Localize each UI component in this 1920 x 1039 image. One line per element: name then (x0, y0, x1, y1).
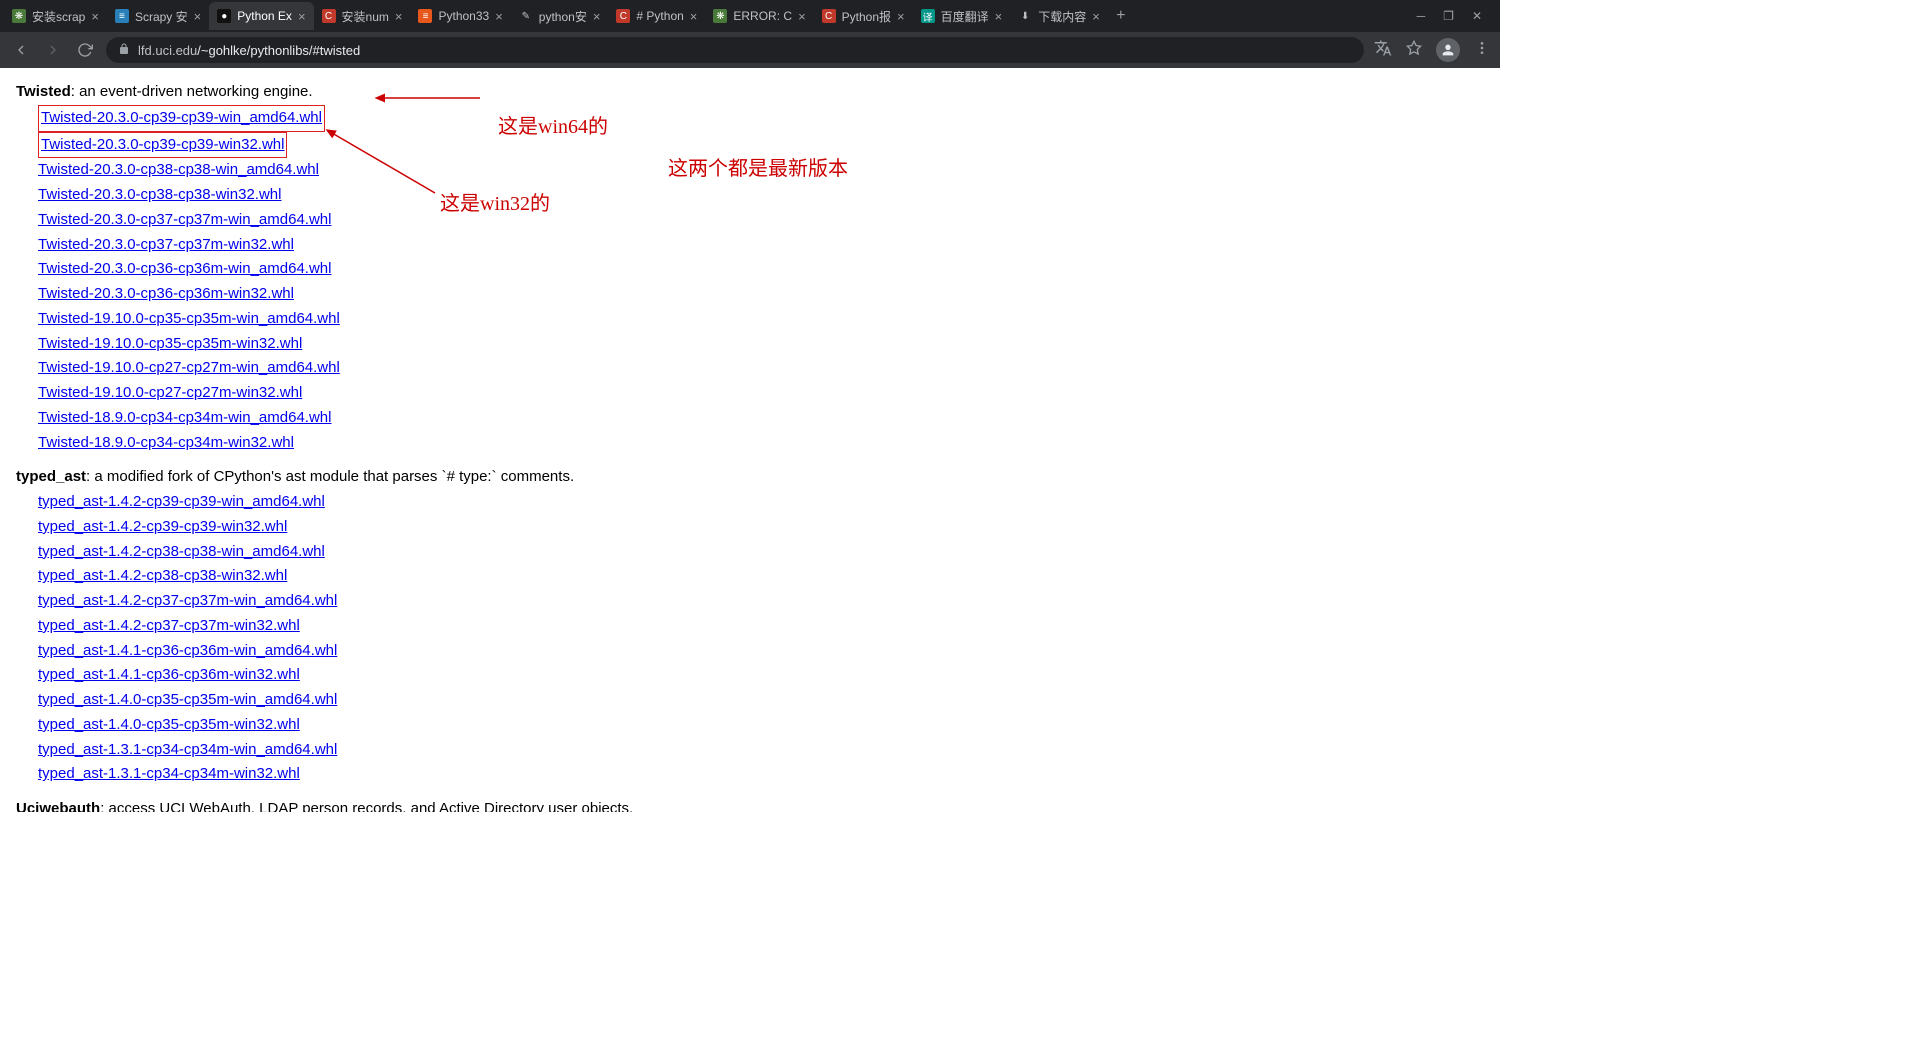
url-field[interactable]: lfd.uci.edu/~gohlke/pythonlibs/#twisted (106, 37, 1364, 63)
download-link[interactable]: typed_ast-1.4.2-cp37-cp37m-win32.whl (38, 614, 300, 639)
section-twisted-header: Twisted: an event-driven networking engi… (16, 80, 1484, 105)
address-bar: lfd.uci.edu/~gohlke/pythonlibs/#twisted (0, 32, 1500, 68)
tab-favicon: ≡ (115, 9, 129, 23)
translate-icon[interactable] (1374, 39, 1392, 62)
close-icon[interactable]: × (298, 9, 306, 24)
tab-favicon: C (822, 9, 836, 23)
tab-title: 安装scrap (32, 8, 85, 25)
download-link[interactable]: typed_ast-1.4.1-cp36-cp36m-win32.whl (38, 663, 300, 688)
section-typed-ast-header: typed_ast: a modified fork of CPython's … (16, 465, 1484, 490)
download-link[interactable]: typed_ast-1.4.2-cp37-cp37m-win_amd64.whl (38, 589, 337, 614)
download-link[interactable]: Twisted-20.3.0-cp38-cp38-win32.whl (38, 183, 281, 208)
tab[interactable]: ❋ ERROR: C × (705, 2, 813, 30)
maximize-button[interactable]: ❐ (1443, 9, 1454, 23)
lock-icon (118, 43, 130, 58)
tab-title: python安 (539, 8, 587, 25)
reload-button[interactable] (74, 39, 96, 61)
download-link[interactable]: Twisted-20.3.0-cp37-cp37m-win_amd64.whl (38, 208, 331, 233)
tab-title: Python Ex (237, 9, 292, 23)
annotation-win64: 这是win64的 (498, 111, 608, 144)
close-button[interactable]: ✕ (1472, 9, 1482, 23)
tab-title: 下载内容 (1038, 8, 1086, 25)
download-link[interactable]: typed_ast-1.4.2-cp38-cp38-win_amd64.whl (38, 540, 325, 565)
download-link[interactable]: Twisted-20.3.0-cp39-cp39-win_amd64.whl (38, 105, 325, 132)
download-link[interactable]: Twisted-19.10.0-cp35-cp35m-win32.whl (38, 332, 302, 357)
browser-chrome: ❋ 安装scrap × ≡ Scrapy 安 × ● Python Ex × C 安装num × ≡ Py… (0, 0, 1500, 68)
download-link[interactable]: typed_ast-1.4.0-cp35-cp35m-win_amd64.whl (38, 688, 337, 713)
download-link[interactable]: typed_ast-1.4.1-cp36-cp36m-win_amd64.whl (38, 639, 337, 664)
download-link[interactable]: typed_ast-1.4.0-cp35-cp35m-win32.whl (38, 713, 300, 738)
download-link[interactable]: typed_ast-1.3.1-cp34-cp34m-win_amd64.whl (38, 738, 337, 763)
download-link[interactable]: typed_ast-1.4.2-cp38-cp38-win32.whl (38, 564, 287, 589)
tab[interactable]: ● Python Ex × (209, 2, 313, 30)
bookmark-icon[interactable] (1406, 40, 1422, 61)
download-link[interactable]: typed_ast-1.3.1-cp34-cp34m-win32.whl (38, 762, 300, 787)
tab-favicon: 译 (921, 9, 935, 23)
download-link[interactable]: Twisted-19.10.0-cp35-cp35m-win_amd64.whl (38, 307, 340, 332)
tab-favicon: ● (217, 9, 231, 23)
download-link[interactable]: Twisted-20.3.0-cp36-cp36m-win_amd64.whl (38, 257, 331, 282)
close-icon[interactable]: × (194, 9, 202, 24)
tab-title: 百度翻译 (941, 8, 989, 25)
tab[interactable]: C # Python × (608, 2, 705, 30)
tab-title: # Python (636, 9, 683, 23)
download-link[interactable]: Twisted-19.10.0-cp27-cp27m-win_amd64.whl (38, 356, 340, 381)
download-link[interactable]: Twisted-20.3.0-cp37-cp37m-win32.whl (38, 233, 294, 258)
close-icon[interactable]: × (897, 9, 905, 24)
section-uciwebauth-header: Uciwebauth: access UCI WebAuth, LDAP per… (16, 797, 1484, 812)
tab-bar: ❋ 安装scrap × ≡ Scrapy 安 × ● Python Ex × C 安装num × ≡ Py… (0, 0, 1500, 32)
tab[interactable]: ⬇ 下载内容 × (1010, 2, 1108, 30)
tab[interactable]: ≡ Scrapy 安 × (107, 2, 209, 30)
close-icon[interactable]: × (690, 9, 698, 24)
tab[interactable]: C 安装num × (314, 2, 411, 30)
download-link[interactable]: Twisted-20.3.0-cp39-cp39-win32.whl (38, 132, 287, 159)
close-icon[interactable]: × (798, 9, 806, 24)
tab[interactable]: C Python报 × (814, 2, 913, 30)
url-text: lfd.uci.edu/~gohlke/pythonlibs/#twisted (138, 43, 1352, 58)
forward-button[interactable] (42, 39, 64, 61)
tab[interactable]: 译百度翻译 × (913, 2, 1011, 30)
tab-title: 安装num (342, 8, 389, 25)
menu-icon[interactable] (1474, 40, 1490, 61)
tab-title: Python33 (438, 9, 489, 23)
typed-ast-link-list: typed_ast-1.4.2-cp39-cp39-win_amd64.whlt… (16, 490, 1484, 787)
close-icon[interactable]: × (395, 9, 403, 24)
tab[interactable]: ≡ Python33 × (410, 2, 510, 30)
tab-title: ERROR: C (733, 9, 792, 23)
page-viewport[interactable]: Twisted: an event-driven networking engi… (0, 68, 1500, 812)
tab-favicon: ❋ (713, 9, 727, 23)
tab[interactable]: ✎ python安 × (511, 2, 609, 30)
new-tab-button[interactable]: + (1108, 3, 1134, 29)
tab-favicon: C (616, 9, 630, 23)
download-link[interactable]: Twisted-19.10.0-cp27-cp27m-win32.whl (38, 381, 302, 406)
close-icon[interactable]: × (1092, 9, 1100, 24)
annotation-latest: 这两个都是最新版本 (668, 153, 848, 186)
close-icon[interactable]: × (495, 9, 503, 24)
profile-avatar[interactable] (1436, 38, 1460, 62)
close-icon[interactable]: × (91, 9, 99, 24)
tab-favicon: C (322, 9, 336, 23)
minimize-button[interactable]: ─ (1417, 9, 1426, 23)
tab-favicon: ✎ (519, 9, 533, 23)
download-link[interactable]: typed_ast-1.4.2-cp39-cp39-win32.whl (38, 515, 287, 540)
download-link[interactable]: Twisted-20.3.0-cp38-cp38-win_amd64.whl (38, 158, 319, 183)
annotation-win32: 这是win32的 (440, 188, 550, 221)
back-button[interactable] (10, 39, 32, 61)
tab-title: Scrapy 安 (135, 8, 188, 25)
download-link[interactable]: Twisted-20.3.0-cp36-cp36m-win32.whl (38, 282, 294, 307)
tab-favicon: ⬇ (1018, 9, 1032, 23)
download-link[interactable]: Twisted-18.9.0-cp34-cp34m-win32.whl (38, 431, 294, 456)
tab[interactable]: ❋ 安装scrap × (4, 2, 107, 30)
close-icon[interactable]: × (593, 9, 601, 24)
close-icon[interactable]: × (995, 9, 1003, 24)
download-link[interactable]: typed_ast-1.4.2-cp39-cp39-win_amd64.whl (38, 490, 325, 515)
tab-favicon: ≡ (418, 9, 432, 23)
tab-title: Python报 (842, 8, 891, 25)
tab-favicon: ❋ (12, 9, 26, 23)
download-link[interactable]: Twisted-18.9.0-cp34-cp34m-win_amd64.whl (38, 406, 331, 431)
